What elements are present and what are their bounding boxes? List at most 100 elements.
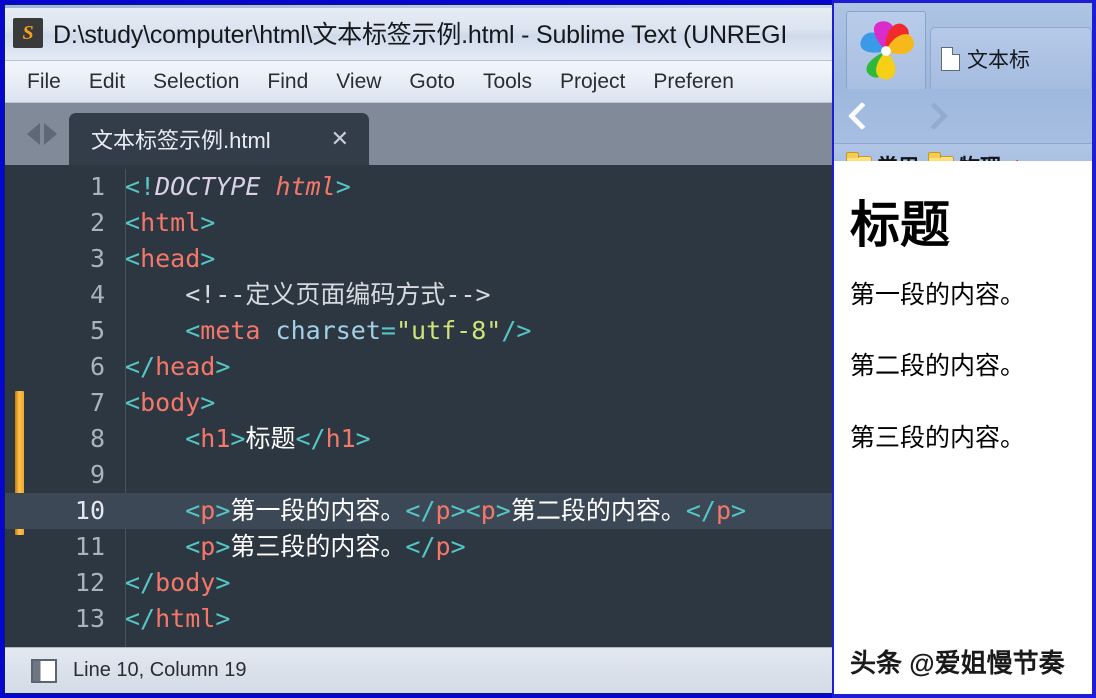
code-line[interactable]: <p>第三段的内容。</p> [125,529,839,565]
bookmark-item[interactable]: 物理 [928,151,1001,161]
page-heading: 标题 [850,197,950,253]
triangle-right-icon[interactable] [44,123,57,145]
code-token: head [140,244,201,273]
code-line[interactable]: <h1>标题</h1> [125,421,839,457]
menu-item-project[interactable]: Project [560,70,625,94]
code-token: p [480,496,496,525]
sidebar-toggle-icon[interactable] [31,658,57,683]
page-paragraph: 第三段的内容。 [850,423,1026,452]
code-line[interactable]: </head> [125,349,839,385]
code-token: < [465,496,481,525]
status-bar: Line 10, Column 19 [5,647,839,693]
line-number-gutter: 1 2 3 4 5 6 7 8 9 10 11 12 13 [5,165,125,647]
code-token: html [155,604,216,633]
code-token: body [140,388,201,417]
code-content[interactable]: <!DOCTYPE html> <html> <head> <!--定义页面编码方式… [125,165,839,647]
menu-item-edit[interactable]: Edit [89,70,125,94]
code-line[interactable]: <!DOCTYPE html> [125,169,839,205]
browser-tab[interactable]: 文本标 [930,27,1092,89]
code-token: body [155,568,216,597]
code-token: charset [260,316,381,345]
triangle-left-icon[interactable] [27,123,40,145]
code-editor[interactable]: 1 2 3 4 5 6 7 8 9 10 11 12 13 <!DOCTYPE html> <html> <… [5,165,839,647]
line-number: 2 [89,208,105,237]
code-token: /> [501,316,532,345]
sublime-titlebar[interactable]: S D:\study\computer\html\文本标签示例.html - S… [5,5,839,61]
code-token: > [495,496,511,525]
line-number: 6 [89,352,105,381]
code-token: > [450,496,466,525]
code-line[interactable]: <p>第一段的内容。</p><p>第二段的内容。</p> [125,493,839,529]
360-browser-pinwheel-icon[interactable] [846,11,926,89]
line-number: 3 [89,244,105,273]
sublime-text-window: S D:\study\computer\html\文本标签示例.html - S… [4,4,840,694]
code-token: head [155,352,216,381]
menu-item-preferen[interactable]: Preferen [653,70,734,94]
code-token: p [715,496,732,525]
bookmark-item[interactable]: 常用 [846,151,919,161]
document-icon [941,46,960,71]
editor-tab-label: 文本标签示例.html [91,128,271,153]
code-token: html [140,208,201,237]
chevron-left-icon[interactable] [847,101,877,131]
code-token: </ [125,604,156,633]
tab-strip: 文本标签示例.html ✕ [5,103,839,165]
code-token: > [200,388,216,417]
code-token: h1 [200,424,231,453]
code-token: = [380,316,396,345]
window-title: D:\study\computer\html\文本标签示例.html - Sub… [53,20,788,49]
code-token: "utf-8" [395,316,502,345]
line-number: 13 [74,604,105,633]
page-viewport: 标题 第一段的内容。 第二段的内容。 第三段的内容。 头条 @爱姐慢节奏 [834,161,1092,694]
code-line[interactable] [125,457,839,493]
code-line[interactable]: </html> [125,601,839,637]
red-bookmark-icon[interactable]: ❧ [1010,153,1036,162]
menu-item-tools[interactable]: Tools [483,70,532,94]
line-number: 7 [89,388,105,417]
sublime-text-icon: S [13,17,43,48]
page-paragraph: 第二段的内容。 [850,352,1026,380]
chevron-right-icon[interactable] [919,101,949,131]
tab-nav-arrows[interactable] [13,103,69,165]
close-icon[interactable]: ✕ [325,128,355,150]
code-token: < [125,424,201,453]
menu-item-view[interactable]: View [336,70,381,94]
code-line[interactable]: </body> [125,565,839,601]
code-line[interactable]: <head> [125,241,839,277]
code-token: DOCTYPE [155,172,276,201]
code-token: p [200,496,216,525]
line-number: 5 [89,316,105,345]
menu-item-goto[interactable]: Goto [409,70,455,94]
editor-tab-active[interactable]: 文本标签示例.html ✕ [69,113,369,165]
menu-item-find[interactable]: Find [267,70,308,94]
code-line[interactable]: <meta charset="utf-8"/> [125,313,839,349]
page-paragraph: 第一段的内容。 [850,280,1026,309]
code-token: > [215,568,231,597]
code-line[interactable]: <html> [125,205,839,241]
desktop-background: S D:\study\computer\html\文本标签示例.html - S… [0,0,1096,698]
menu-item-file[interactable]: File [27,70,61,94]
code-token: </ [685,496,716,525]
code-token: 第三段的内容。 [230,532,406,561]
code-token: 第一段的内容。 [230,496,406,525]
code-token: < [125,388,141,417]
bookmarks-bar: 常用 物理 ❧ [834,143,1092,161]
line-number: 8 [89,424,105,453]
line-number: 12 [74,568,105,597]
code-token: p [200,532,216,561]
code-token: > [215,532,231,561]
browser-chrome: 文本标 常用 物理 ❧ [834,3,1092,161]
code-line[interactable]: <!--定义页面编码方式--> [125,277,839,313]
code-token: > [450,532,466,561]
menu-item-selection[interactable]: Selection [153,70,239,94]
watermark-text: 头条 @爱姐慢节奏 [850,648,1065,678]
pinwheel-svg [860,20,914,79]
line-number: 4 [89,280,105,309]
code-token: </ [295,424,326,453]
code-token: < [125,208,141,237]
code-token: < [125,316,201,345]
code-token: > [215,352,231,381]
code-line[interactable]: <body> [125,385,839,421]
code-token: </ [125,568,156,597]
line-number: 10 [5,493,125,529]
